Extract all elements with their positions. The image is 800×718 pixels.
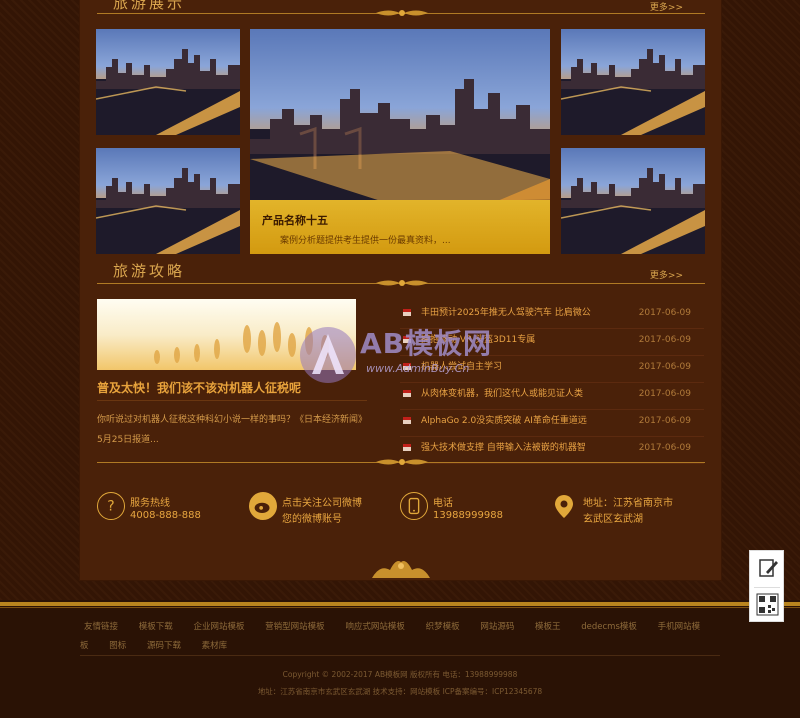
news-title[interactable]: 强大技术做支撑 自带输入法被嵌的机器智: [421, 437, 586, 459]
footer-link[interactable]: dedecms模板: [577, 622, 641, 632]
bullet-icon: [403, 390, 411, 397]
city-photo: [561, 49, 705, 135]
footer-link[interactable]: 营销型网站模板: [261, 622, 329, 632]
city-photo: [96, 49, 240, 135]
caption-desc: 案例分析题提供考生提供一份最真资料，...: [280, 236, 451, 246]
news-headline[interactable]: 普及太快！我们该不该对机器人征税呢: [97, 379, 301, 396]
phone-icon: [400, 492, 428, 520]
news-date: 2017-06-09: [638, 443, 691, 453]
footer-link[interactable]: 友情链接: [80, 622, 122, 632]
more-link[interactable]: 更多>>: [650, 268, 683, 281]
footer-link[interactable]: 图标: [105, 641, 130, 651]
contact-label: 服务热线: [130, 498, 170, 509]
footer-link[interactable]: 织梦模板: [422, 622, 464, 632]
watermark-text: AB模板网: [360, 327, 493, 360]
contact-value: 玄武区玄武湖: [583, 514, 643, 525]
bullet-icon: [403, 417, 411, 424]
ornament-icon: [376, 459, 428, 465]
watermark-url: www.AdminBuy.Cn: [366, 362, 470, 375]
contact-label: 点击关注公司微博: [282, 498, 362, 509]
caption-title: 产品名称十五: [262, 214, 328, 227]
news-date: 2017-06-09: [638, 335, 691, 345]
more-link[interactable]: 更多>>: [650, 0, 683, 13]
contact-value: 13988999988: [433, 510, 503, 521]
news-title[interactable]: AlphaGo 2.0没实质突破 AI革命任重道远: [421, 410, 587, 432]
contact-value: 4008-888-888: [130, 510, 201, 521]
footer-link[interactable]: 素材库: [198, 641, 232, 651]
gallery-image[interactable]: [96, 148, 240, 254]
news-date: 2017-06-09: [638, 362, 691, 372]
footer-band: [0, 602, 800, 606]
watermark-logo-icon: [300, 327, 356, 383]
bullet-icon: [403, 444, 411, 451]
footer-copyright: Copyright © 2002-2017 AB模板网 版权所有 电话：1398…: [282, 670, 518, 679]
news-desc: 你听说过对机器人征税这种科幻小说一样的事吗？《日本经济新闻》5月25日报道...: [97, 415, 368, 445]
gallery-image[interactable]: [561, 148, 705, 254]
divider: [97, 400, 367, 401]
news-date: 2017-06-09: [638, 416, 691, 426]
gallery-image[interactable]: [96, 29, 240, 135]
news-list-item[interactable]: 强大技术做支撑 自带输入法被嵌的机器智 2017-06-09: [400, 437, 704, 464]
footer-links: 友情链接 模板下载 企业网站模板 营销型网站模板 响应式网站模板 织梦模板 网站…: [80, 618, 720, 656]
gallery-image[interactable]: [561, 29, 705, 135]
crown-ornament-icon: [372, 561, 430, 578]
contact-label: 电话: [433, 498, 453, 509]
footer-link[interactable]: 源码下载: [143, 641, 185, 651]
news-list-item[interactable]: AlphaGo 2.0没实质突破 AI革命任重道远 2017-06-09: [400, 410, 704, 437]
news-date: 2017-06-09: [638, 308, 691, 318]
footer-link[interactable]: 网站源码: [476, 622, 518, 632]
section-title: 旅游展示: [113, 0, 186, 12]
news-list-item[interactable]: 从肉体变机器，我们这代人或能见证人类 2017-06-09: [400, 383, 704, 410]
footer-divider: [80, 655, 720, 656]
svg-text:?: ?: [107, 499, 114, 515]
ornament-icon: [376, 280, 428, 286]
footer-link[interactable]: 模板下载: [135, 622, 177, 632]
bullet-icon: [403, 309, 411, 316]
section-title: 旅游攻略: [113, 262, 186, 280]
city-photo: [561, 168, 705, 254]
contact-value: 您的微博账号: [282, 514, 342, 525]
location-icon: [550, 492, 578, 520]
footer-link[interactable]: 响应式网站模板: [341, 622, 409, 632]
side-float-panel: [749, 550, 784, 622]
weibo-icon: [249, 492, 277, 520]
footer-band-line: [0, 607, 800, 608]
news-title[interactable]: 丰田预计2025年推无人驾驶汽车 比肩微公: [421, 302, 591, 324]
news-date: 2017-06-09: [638, 389, 691, 399]
question-icon: ?: [97, 492, 125, 520]
footer-link[interactable]: 企业网站模板: [189, 622, 248, 632]
footer-link[interactable]: 模板王: [531, 622, 565, 632]
edit-icon[interactable]: [750, 551, 785, 587]
news-title[interactable]: 从肉体变机器，我们这代人或能见证人类: [421, 383, 583, 405]
featured-caption[interactable]: 产品名称十五 案例分析题提供考生提供一份最真资料，...: [250, 200, 550, 254]
footer-address: 地址：江苏省南京市玄武区玄武湖 技术支持：网站模板 ICP备案编号：ICP123…: [257, 687, 543, 696]
ornament-icon: [376, 10, 428, 16]
qrcode-icon[interactable]: [750, 587, 785, 623]
city-photo: [96, 168, 240, 254]
contact-label: 地址：江苏省南京市: [583, 498, 673, 509]
